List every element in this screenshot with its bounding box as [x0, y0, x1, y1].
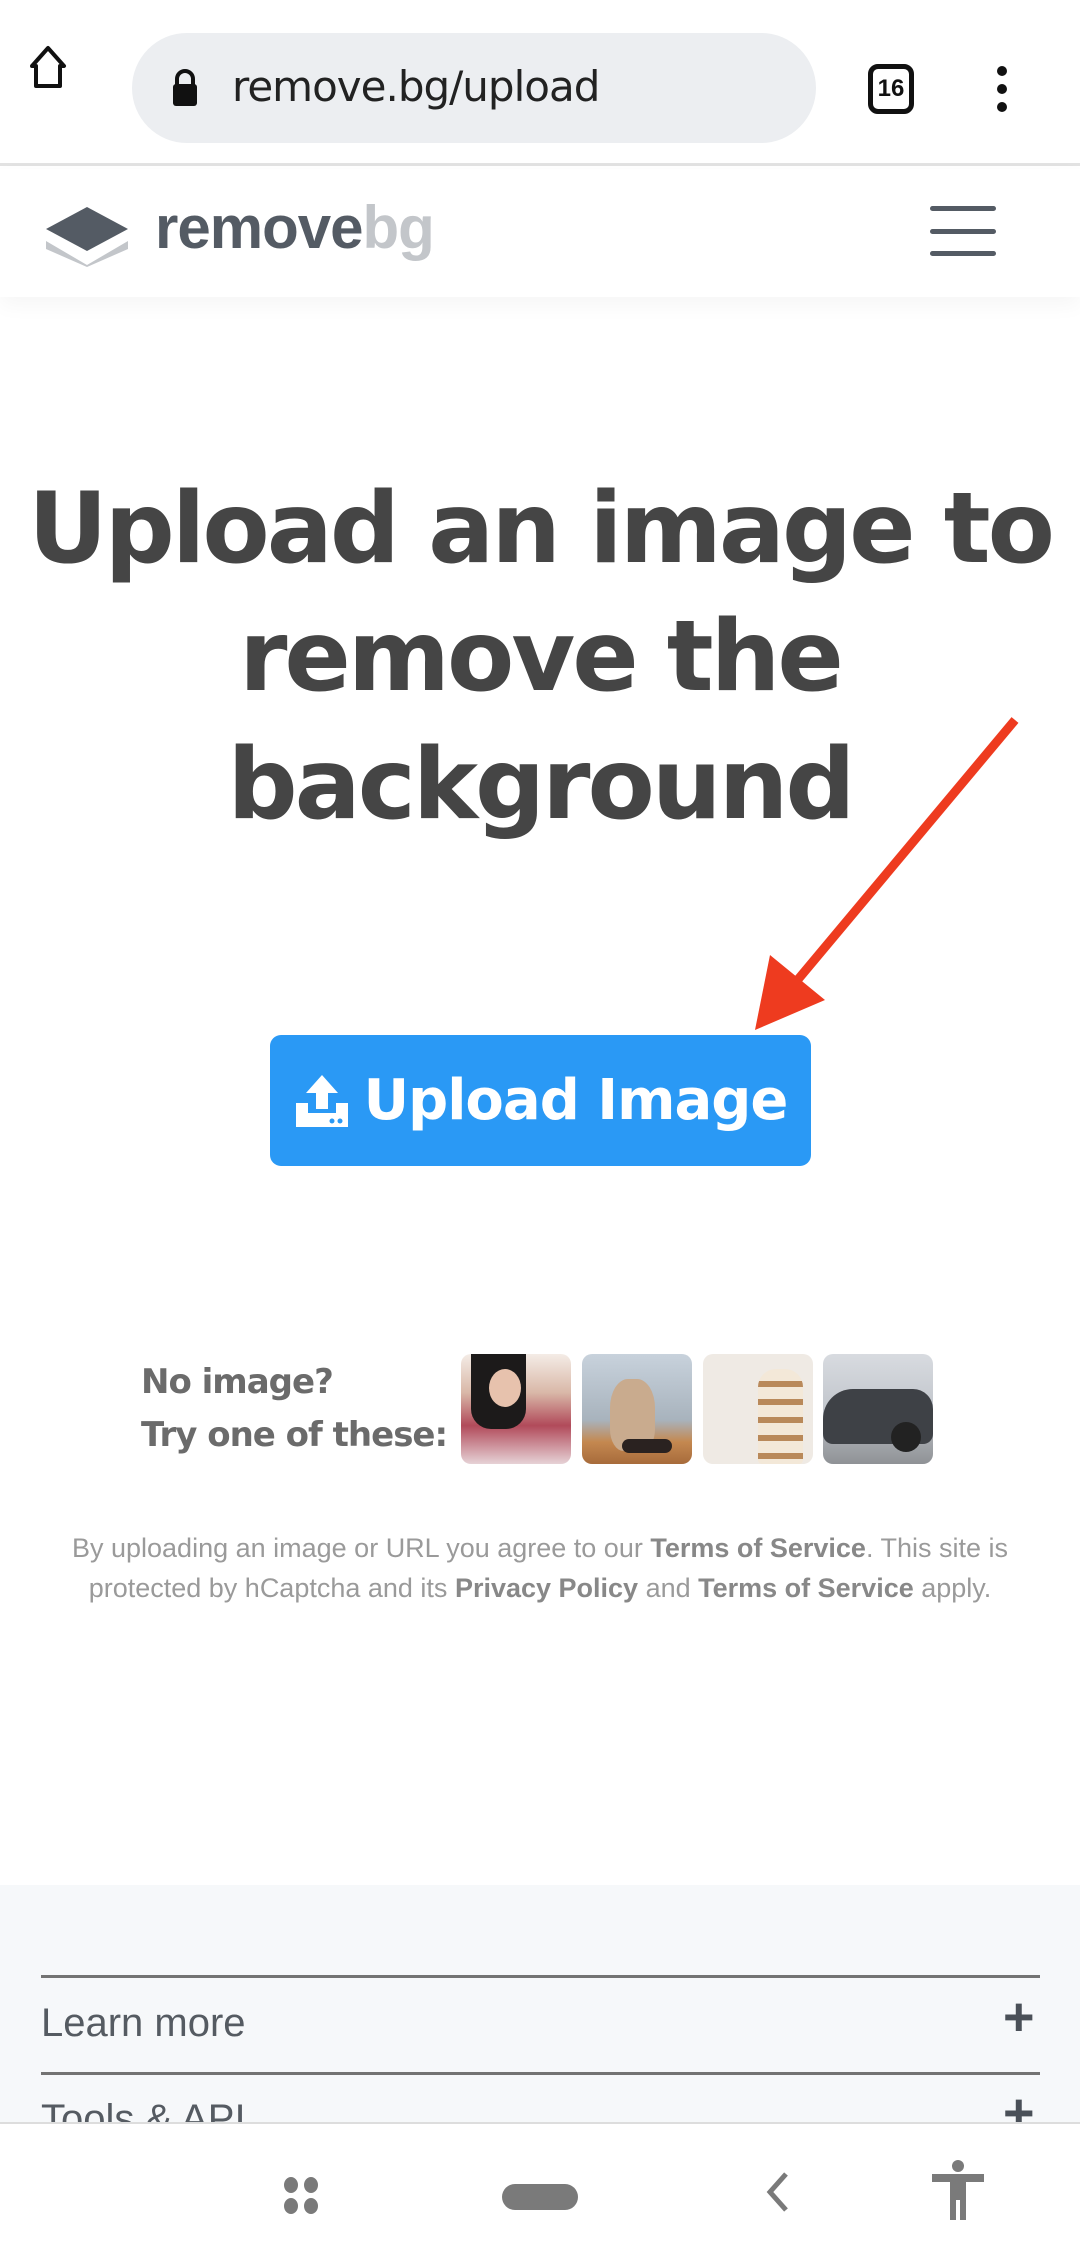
terms-of-service-link-2[interactable]: Terms of Service [698, 1573, 914, 1603]
sample-image-car[interactable] [823, 1354, 933, 1464]
sample-image-woman[interactable] [461, 1354, 571, 1464]
annotation-arrow-icon [755, 717, 1019, 1030]
logo-icon[interactable] [44, 205, 130, 267]
home-pill-icon[interactable] [502, 2184, 578, 2210]
logo-accent: bg [362, 194, 434, 261]
lock-icon [173, 69, 197, 106]
accordion-learn-more[interactable]: Learn more [41, 2001, 246, 2046]
back-icon[interactable] [762, 2170, 792, 2214]
accessibility-icon[interactable] [930, 2160, 986, 2222]
logo-main: remove [155, 194, 363, 261]
android-nav-bar [0, 2122, 1080, 2251]
sample-image-cat[interactable] [582, 1354, 692, 1464]
apps-icon[interactable] [282, 2176, 322, 2216]
sample-image-dessert[interactable] [703, 1354, 813, 1464]
upload-icon [295, 1074, 348, 1127]
divider [41, 2072, 1040, 2075]
upload-image-button[interactable]: Upload Image [270, 1035, 811, 1166]
privacy-policy-link[interactable]: Privacy Policy [455, 1573, 638, 1603]
home-icon[interactable] [28, 42, 68, 90]
tabs-button[interactable]: 16 [868, 64, 914, 114]
no-image-text: No image? Try one of these: [141, 1356, 448, 1462]
more-vert-icon[interactable] [992, 64, 1012, 114]
terms-of-service-link[interactable]: Terms of Service [650, 1533, 866, 1563]
terms-part: apply. [913, 1573, 992, 1603]
footer: Learn more + Tools & API + [0, 1885, 1080, 2143]
logo-text[interactable]: removebg [155, 193, 435, 262]
terms-part: and [638, 1573, 699, 1603]
try-these-line: Try one of these: [141, 1415, 448, 1455]
terms-part: By uploading an image or URL you agree t… [71, 1533, 651, 1563]
browser-toolbar: remove.bg/upload 16 [0, 0, 1080, 166]
upload-button-label: Upload Image [363, 1068, 789, 1133]
plus-icon[interactable]: + [1003, 1986, 1035, 2048]
terms-text: By uploading an image or URL you agree t… [40, 1528, 1040, 1608]
no-image-line: No image? [141, 1362, 334, 1402]
divider [41, 1975, 1040, 1978]
url-text[interactable]: remove.bg/upload [232, 62, 600, 111]
